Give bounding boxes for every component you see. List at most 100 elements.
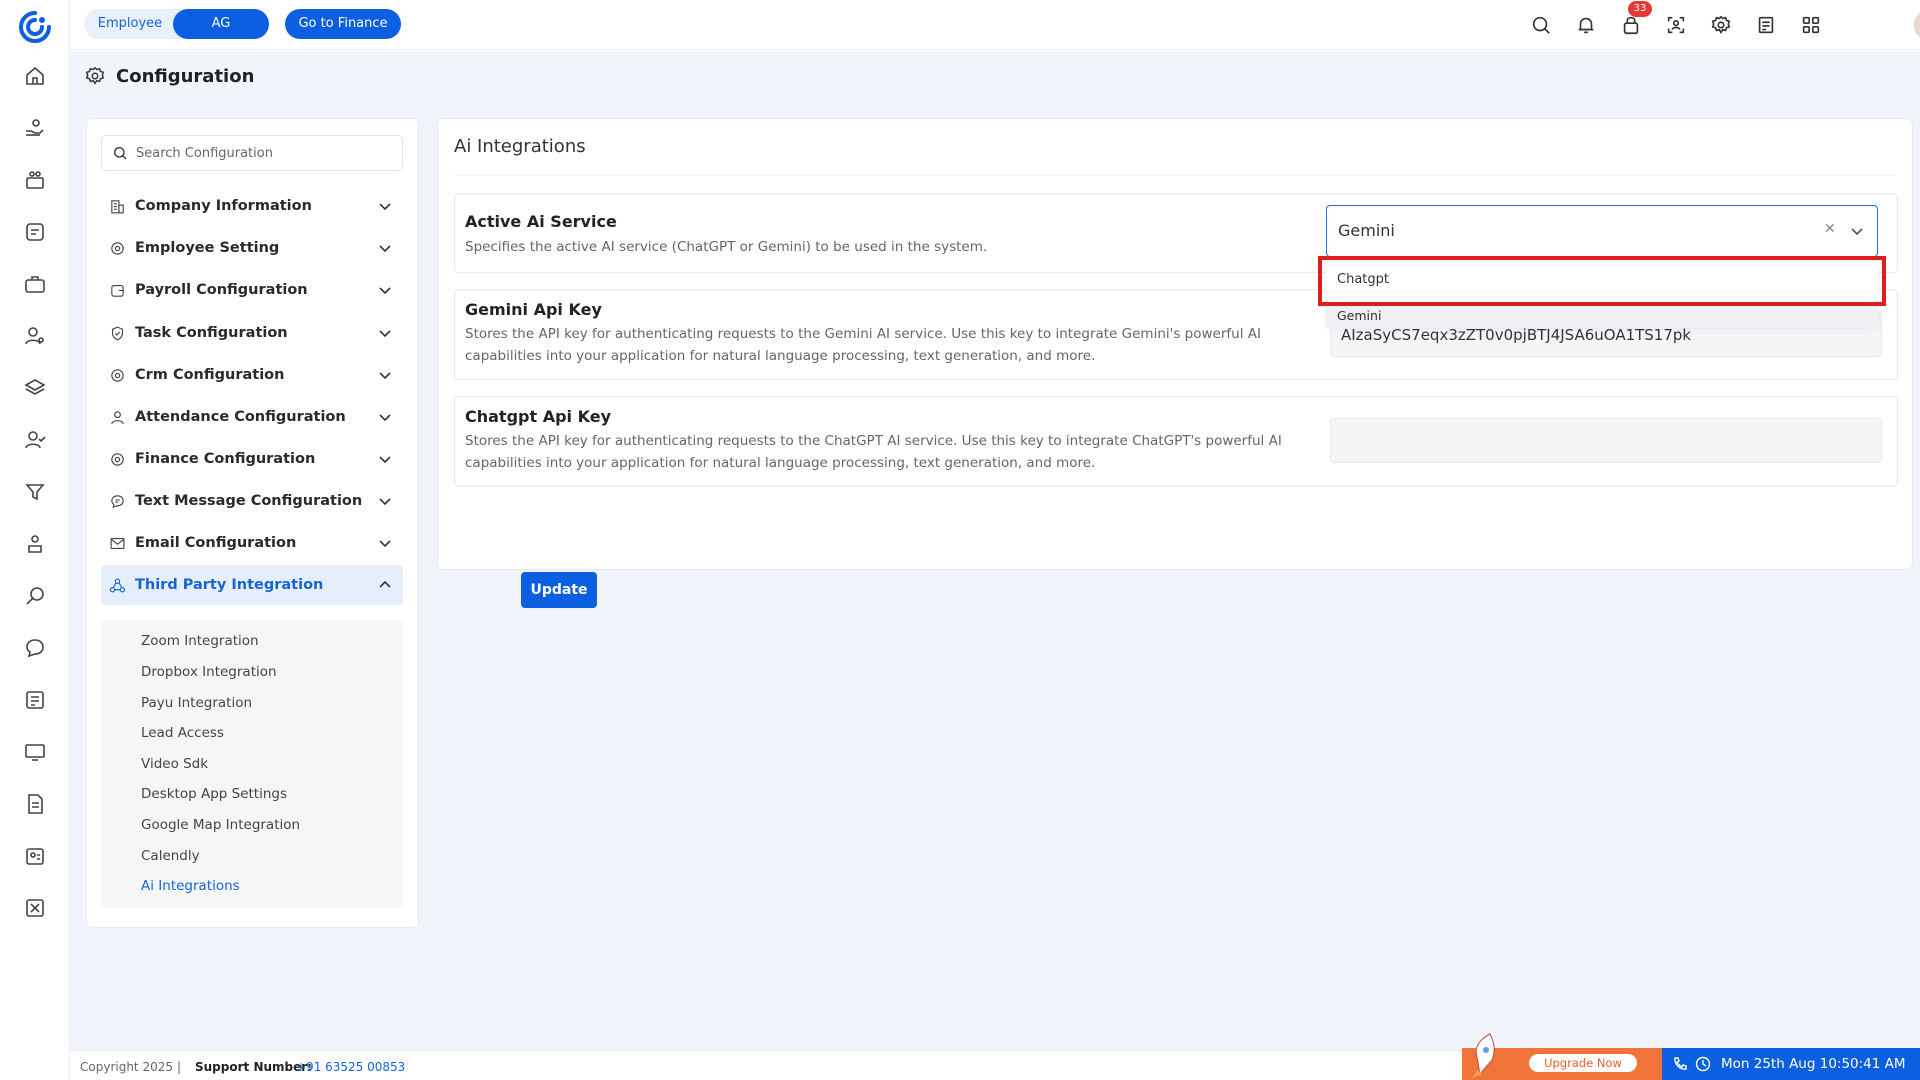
third-party-sub-list: Zoom Integration Dropbox Integration Pay… (101, 620, 403, 908)
message-icon (109, 492, 127, 510)
sub-item-calendly[interactable]: Calendly (141, 848, 200, 864)
monitor-icon[interactable] (22, 739, 48, 765)
ai-integrations-card: Ai Integrations Active Ai Service Specif… (437, 118, 1913, 570)
building-icon (109, 197, 127, 215)
active-ai-service-select[interactable]: Gemini ✕ (1326, 205, 1878, 257)
chevron-down-icon (379, 330, 391, 338)
gear-icon (109, 239, 127, 257)
gear-icon (109, 450, 127, 468)
nav-company-information[interactable]: Company Information (101, 186, 403, 226)
config-nav-panel: Company Information Employee Setting Pay… (86, 118, 419, 928)
sub-item-dropbox-integration[interactable]: Dropbox Integration (141, 664, 277, 680)
nav-item-label: Company Information (135, 198, 312, 214)
user-avatar[interactable] (1914, 10, 1920, 40)
upgrade-now-button[interactable]: Upgrade Now (1529, 1054, 1637, 1072)
chevron-down-icon[interactable] (1849, 223, 1865, 239)
mail-icon (109, 534, 127, 552)
bell-icon[interactable] (1573, 12, 1599, 38)
layers-icon[interactable] (22, 375, 48, 401)
sub-item-video-sdk[interactable]: Video Sdk (141, 756, 208, 772)
nav-item-label: Email Configuration (135, 535, 297, 551)
nav-item-label: Attendance Configuration (135, 409, 346, 425)
chevron-down-icon (379, 203, 391, 211)
divider (454, 175, 1896, 176)
gear-icon (109, 366, 127, 384)
sub-item-google-map-integration[interactable]: Google Map Integration (141, 817, 300, 833)
hand-coin-icon[interactable] (22, 115, 48, 141)
search-icon (114, 147, 127, 160)
face-scan-icon[interactable] (1663, 12, 1689, 38)
sub-item-zoom-integration[interactable]: Zoom Integration (141, 633, 259, 649)
field-title: Gemini Api Key (465, 300, 602, 319)
option-gemini[interactable]: Gemini (1326, 304, 1878, 328)
phone-icon[interactable] (1672, 1056, 1688, 1072)
nav-email-configuration[interactable]: Email Configuration (101, 523, 403, 563)
nav-task-configuration[interactable]: Task Configuration (101, 313, 403, 353)
chevron-down-icon (379, 414, 391, 422)
field-title: Active Ai Service (465, 212, 617, 231)
update-button[interactable]: Update (521, 572, 597, 608)
support-label: Support Number: (195, 1060, 312, 1074)
search-icon[interactable] (1528, 12, 1554, 38)
chat-icon[interactable] (22, 635, 48, 661)
config-search-box[interactable] (101, 135, 403, 171)
document-icon[interactable] (22, 791, 48, 817)
user-settings-icon[interactable] (22, 323, 48, 349)
nav-item-label: Employee Setting (135, 240, 280, 256)
sub-item-desktop-app-settings[interactable]: Desktop App Settings (141, 786, 287, 802)
top-bar: Employee AG Go to Finance 33 (70, 0, 1920, 50)
briefcase-icon[interactable] (22, 271, 48, 297)
nav-item-label: Crm Configuration (135, 367, 285, 383)
config-search-input[interactable] (136, 145, 396, 161)
nav-employee-setting[interactable]: Employee Setting (101, 228, 403, 268)
chevron-down-icon (379, 372, 391, 380)
selected-value: Gemini (1338, 221, 1395, 240)
sub-item-lead-access[interactable]: Lead Access (141, 725, 224, 741)
option-chatgpt[interactable]: Chatgpt (1326, 258, 1878, 304)
nav-attendance-configuration[interactable]: Attendance Configuration (101, 397, 403, 437)
nav-payroll-configuration[interactable]: Payroll Configuration (101, 270, 403, 310)
chatgpt-api-key-field: Chatgpt Api Key Stores the API key for a… (454, 396, 1898, 487)
chevron-down-icon (379, 287, 391, 295)
team-icon[interactable] (22, 167, 48, 193)
nav-crm-configuration[interactable]: Crm Configuration (101, 355, 403, 395)
support-number-link[interactable]: +91 63525 00853 (296, 1060, 405, 1074)
person-icon[interactable] (22, 531, 48, 557)
sub-item-ai-integrations[interactable]: Ai Integrations (141, 878, 240, 894)
nav-item-label: Finance Configuration (135, 451, 316, 467)
notification-badge: 33 (1628, 1, 1652, 17)
clear-icon[interactable]: ✕ (1824, 222, 1838, 236)
task-list-icon[interactable] (22, 219, 48, 245)
shield-check-icon (109, 324, 127, 342)
user-icon (109, 408, 127, 426)
clock-icon (1695, 1056, 1711, 1072)
nav-third-party-integration[interactable]: Third Party Integration (101, 565, 403, 605)
integration-icon (109, 576, 127, 594)
go-to-finance-button[interactable]: Go to Finance (285, 9, 401, 39)
notes-icon[interactable] (1753, 12, 1779, 38)
mode-toggle[interactable]: Employee AG (84, 9, 269, 39)
copyright-text: Copyright 2025 (80, 1060, 173, 1074)
nav-text-message-configuration[interactable]: Text Message Configuration (101, 481, 403, 521)
home-icon[interactable] (22, 63, 48, 89)
chatgpt-api-key-input[interactable] (1330, 418, 1882, 463)
settings-gear-icon[interactable] (1708, 12, 1734, 38)
field-description: Specifies the active AI service (ChatGPT… (465, 239, 988, 255)
filter-icon[interactable] (22, 479, 48, 505)
employee-toggle-option[interactable]: Employee (84, 9, 176, 39)
sub-item-payu-integration[interactable]: Payu Integration (141, 695, 252, 711)
key-search-icon[interactable] (22, 583, 48, 609)
apps-grid-icon[interactable] (1798, 12, 1824, 38)
app-logo-icon[interactable] (18, 10, 52, 44)
chevron-up-icon (379, 580, 391, 588)
report-icon[interactable] (22, 687, 48, 713)
nav-item-label: Task Configuration (135, 325, 288, 341)
card-title: Ai Integrations (454, 136, 586, 157)
nav-finance-configuration[interactable]: Finance Configuration (101, 439, 403, 479)
id-card-icon[interactable] (22, 843, 48, 869)
user-check-icon[interactable] (22, 427, 48, 453)
ag-toggle-option[interactable]: AG (173, 9, 269, 39)
rocket-icon (1472, 1033, 1495, 1078)
close-box-icon[interactable] (22, 895, 48, 921)
chevron-down-icon (379, 540, 391, 548)
